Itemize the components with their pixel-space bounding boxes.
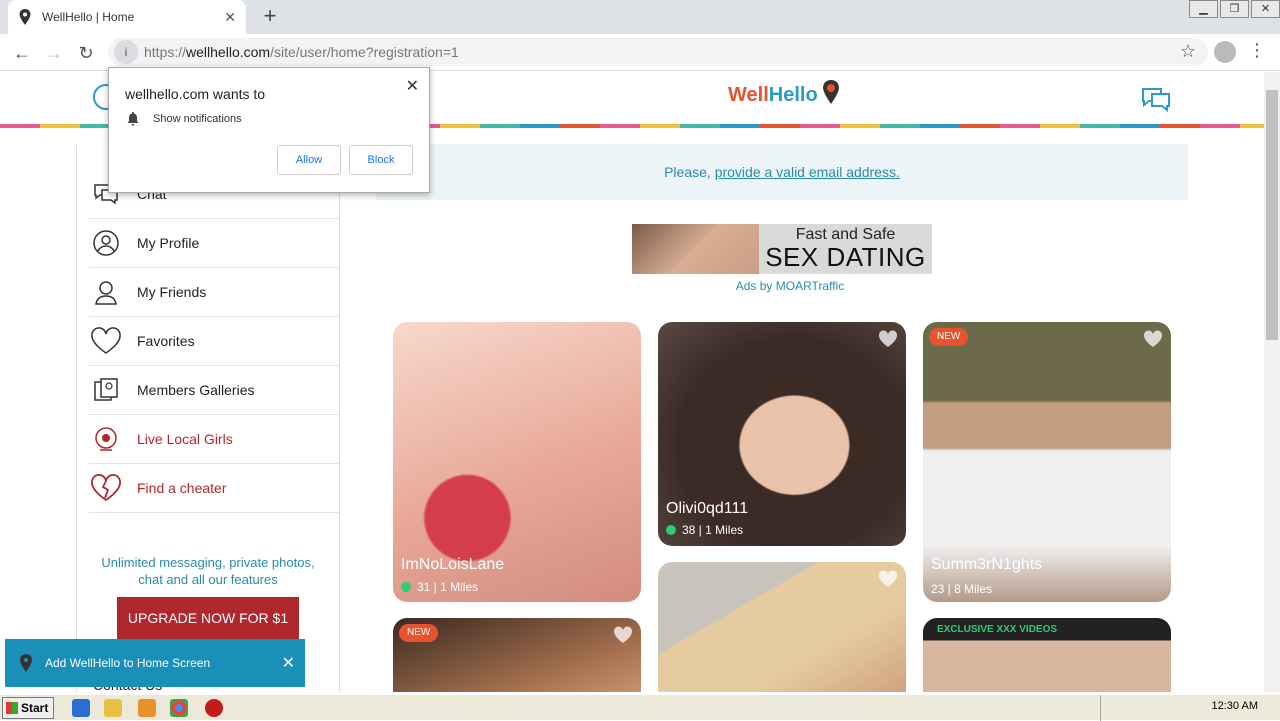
heart-icon[interactable] <box>1143 330 1163 348</box>
card-name: Olivi0qd111 <box>666 500 749 517</box>
windows-logo-icon <box>6 702 18 714</box>
block-button[interactable]: Block <box>349 145 413 175</box>
sidebar-item-label: Live Local Girls <box>137 431 233 447</box>
heart-icon <box>89 326 123 356</box>
upgrade-button[interactable]: UPGRADE NOW FOR $1 <box>117 597 299 639</box>
add-to-home-toast[interactable]: Add WellHello to Home Screen ✕ <box>5 639 305 687</box>
sidebar-item-members-galleries[interactable]: Members Galleries <box>89 366 339 415</box>
new-badge: NEW <box>399 624 439 642</box>
close-icon[interactable]: ✕ <box>282 653 295 673</box>
media-player-icon[interactable] <box>138 699 156 717</box>
site-logo[interactable]: WellHello <box>728 84 818 107</box>
clock: 12:30 AM <box>1211 700 1258 712</box>
ad-banner[interactable]: Fast and Safe SEX DATING <box>632 224 932 274</box>
browser-toolbar: ← → ↻ i https://wellhello.com/site/user/… <box>0 34 1280 71</box>
notice-prefix: Please, <box>664 164 715 180</box>
heart-icon[interactable] <box>878 570 898 588</box>
chrome-icon[interactable] <box>170 699 188 717</box>
sidebar-item-find-a-cheater[interactable]: Find a cheater <box>89 464 339 513</box>
ad-text: Fast and Safe SEX DATING <box>759 224 932 274</box>
logo-pin-icon <box>823 80 839 104</box>
url-text: https://wellhello.com/site/user/home?reg… <box>144 44 459 60</box>
profile-card[interactable]: Olivi0qd111 38 | 1 Miles <box>658 322 906 546</box>
browser-tab[interactable]: WellHello | Home ✕ <box>8 0 246 34</box>
profile-avatar-icon[interactable] <box>1214 41 1236 63</box>
tab-close-icon[interactable]: ✕ <box>224 9 236 26</box>
tab-title: WellHello | Home <box>42 10 135 24</box>
profile-card[interactable]: EXCLUSIVE XXX VIDEOS <box>923 618 1171 692</box>
webcam-icon <box>89 424 123 454</box>
ads-by-link[interactable]: Ads by MOARTraffic <box>700 279 880 293</box>
back-button[interactable]: ← <box>10 41 34 65</box>
online-indicator <box>401 582 411 592</box>
online-indicator <box>666 525 676 535</box>
card-meta: 38 | 1 Miles <box>666 523 743 537</box>
sidebar-item-live-local-girls[interactable]: Live Local Girls <box>89 415 339 464</box>
close-icon[interactable]: ✕ <box>406 76 419 96</box>
browser-tabbar: WellHello | Home ✕ + ▁ ❐ ✕ <box>0 0 1280 34</box>
sidebar-item-label: My Friends <box>137 284 207 300</box>
card-name: ImNoLoisLane <box>401 556 505 573</box>
scrollbar-thumb[interactable] <box>1266 90 1278 340</box>
system-tray: 12:30 AM <box>1100 695 1280 721</box>
window-controls: ▁ ❐ ✕ <box>1187 0 1280 20</box>
new-tab-button[interactable]: + <box>258 4 282 28</box>
profile-card[interactable]: ImNoLoisLane 31 | 1 Miles <box>393 322 641 602</box>
toast-text: Add WellHello to Home Screen <box>45 656 211 670</box>
sidebar-item-label: Members Galleries <box>137 382 255 398</box>
address-bar[interactable]: i https://wellhello.com/site/user/home?r… <box>108 38 1208 66</box>
promo-text: Unlimited messaging, private photos, cha… <box>101 555 315 587</box>
folder-icon[interactable] <box>104 699 122 717</box>
profile-card[interactable] <box>658 562 906 692</box>
card-meta: 23 | 8 Miles <box>931 582 993 596</box>
gallery-icon <box>89 375 123 405</box>
profile-card[interactable]: NEW <box>393 618 641 692</box>
restore-button[interactable]: ❐ <box>1220 0 1249 18</box>
info-icon[interactable]: i <box>114 40 138 64</box>
forward-button[interactable]: → <box>42 41 66 65</box>
sidebar-item-favorites[interactable]: Favorites <box>89 317 339 366</box>
stop-icon[interactable] <box>205 699 223 717</box>
profile-icon <box>89 228 123 258</box>
windows-taskbar: Start 12:30 AM <box>0 694 1280 721</box>
friends-icon <box>89 277 123 307</box>
profile-card[interactable]: NEW Summ3rN1ghts 23 | 8 Miles <box>923 322 1171 602</box>
sidebar-item-label: My Profile <box>137 235 200 251</box>
sidebar-item-label: Find a cheater <box>137 480 227 496</box>
sidebar-item-my-profile[interactable]: My Profile <box>89 219 339 268</box>
ad-photo <box>632 224 759 274</box>
heart-icon[interactable] <box>878 330 898 348</box>
location-pin-icon <box>19 9 31 25</box>
email-notice: Please, provide a valid email address. <box>376 144 1188 200</box>
bookmark-star-icon[interactable]: ☆ <box>1180 41 1196 62</box>
close-window-button[interactable]: ✕ <box>1251 0 1280 18</box>
new-badge: NEW <box>929 328 969 346</box>
card-meta: 31 | 1 Miles <box>401 580 478 594</box>
allow-button[interactable]: Allow <box>277 145 341 175</box>
permission-item: Show notifications <box>127 112 242 126</box>
exclusive-videos-badge: EXCLUSIVE XXX VIDEOS <box>937 624 1058 635</box>
start-button[interactable]: Start <box>2 697 54 719</box>
permission-title: wellhello.com wants to <box>125 86 266 102</box>
heart-icon[interactable] <box>613 626 633 644</box>
notification-permission-popup: wellhello.com wants to ✕ Show notificati… <box>108 67 430 193</box>
sidebar-item-label: Favorites <box>137 333 195 349</box>
minimize-button[interactable]: ▁ <box>1189 0 1218 18</box>
provide-email-link[interactable]: provide a valid email address. <box>715 164 900 180</box>
ad-line2: SEX DATING <box>765 242 926 272</box>
sidebar-item-my-friends[interactable]: My Friends <box>89 268 339 317</box>
messages-icon[interactable] <box>1140 86 1172 112</box>
reload-button[interactable]: ↻ <box>74 41 98 65</box>
bell-icon <box>127 112 139 126</box>
page-scrollbar[interactable] <box>1264 72 1280 692</box>
location-pin-icon <box>20 654 32 672</box>
ie-icon[interactable] <box>72 699 90 717</box>
broken-heart-icon <box>89 473 123 503</box>
browser-menu-icon[interactable]: ⋮ <box>1248 40 1266 61</box>
card-name: Summ3rN1ghts <box>931 556 1043 573</box>
